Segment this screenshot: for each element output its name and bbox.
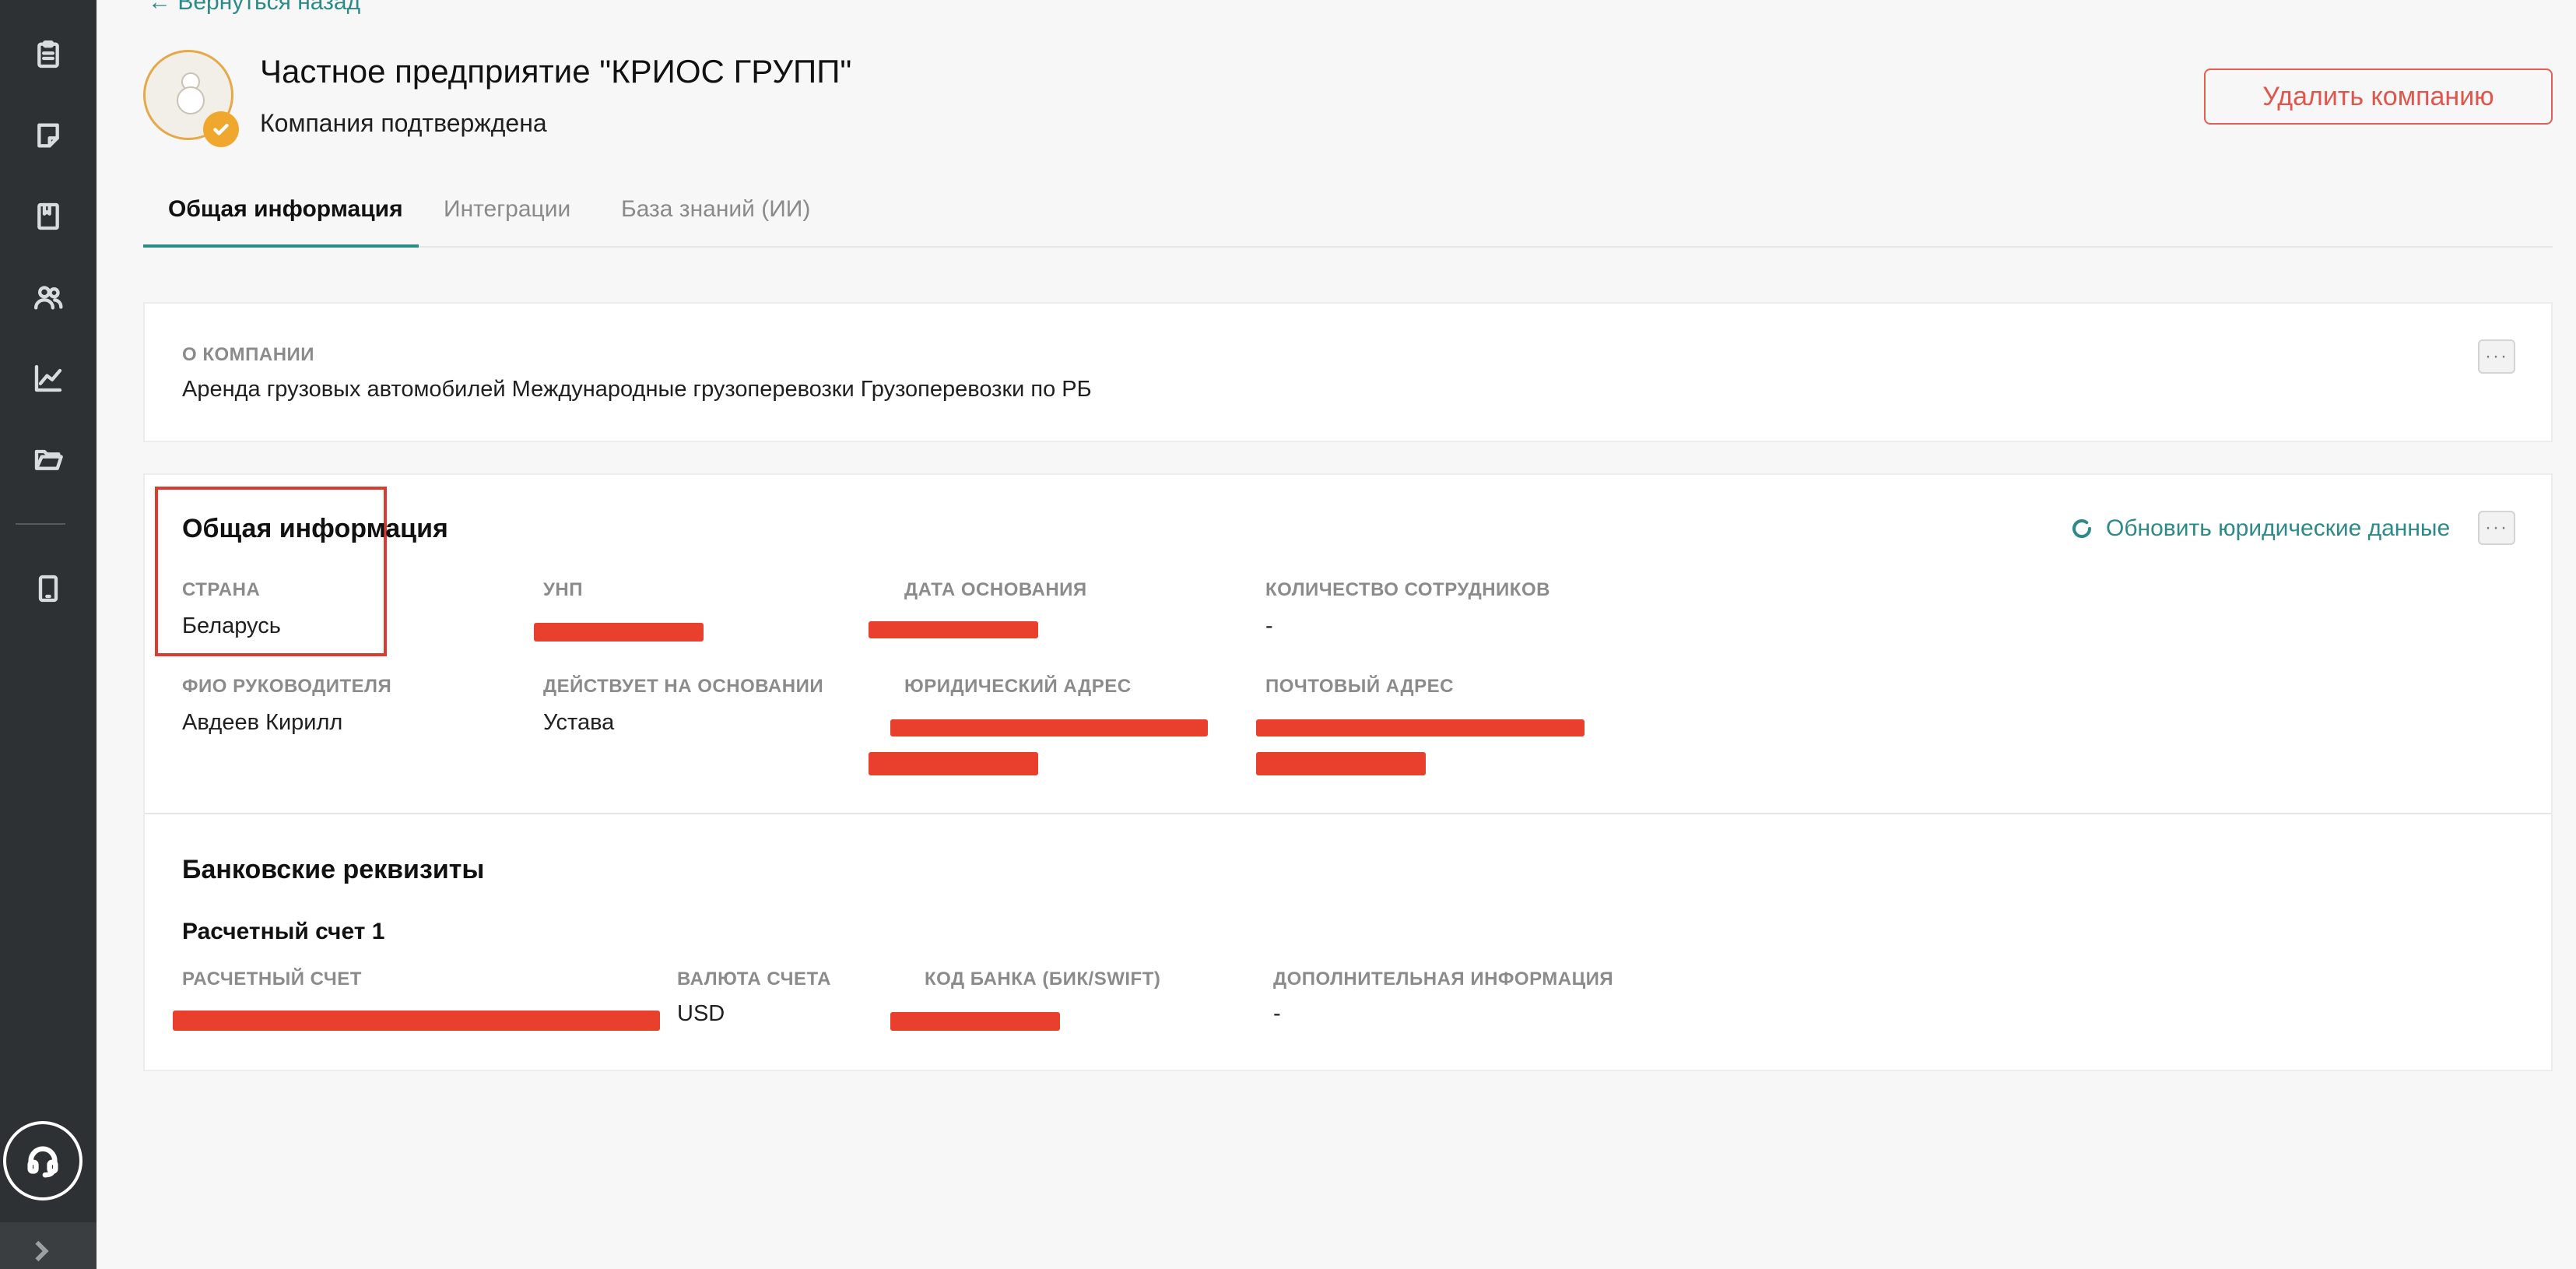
company-avatar <box>143 50 239 147</box>
redaction-postal-address-2 <box>1256 752 1426 775</box>
chevron-right-icon <box>35 1240 49 1262</box>
delete-company-button[interactable]: Удалить компанию <box>2204 69 2553 125</box>
clipboard-icon[interactable] <box>25 31 72 78</box>
about-text: Аренда грузовых автомобилей Международны… <box>182 377 1092 402</box>
avatar-image-body <box>177 86 205 114</box>
refresh-legal-data-button[interactable]: Обновить юридические данные <box>2070 515 2450 542</box>
users-icon[interactable] <box>25 274 72 321</box>
bank-details-title: Банковские реквизиты <box>182 855 485 884</box>
chart-icon[interactable] <box>25 355 72 402</box>
redaction-postal-address-1 <box>1256 719 1585 736</box>
tab-bar: Общая информация Интеграции База знаний … <box>143 192 2553 248</box>
general-info-title: Общая информация <box>182 514 448 543</box>
section-divider <box>145 813 2551 814</box>
basis-value: Устава <box>543 710 615 735</box>
redaction-bank-code <box>890 1012 1060 1031</box>
company-name: Частное предприятие "КРИОС ГРУПП" <box>260 53 852 90</box>
redaction-account <box>173 1011 660 1031</box>
basis-label: Действует на основании <box>543 676 824 697</box>
legal-address-label: Юридический адрес <box>904 676 1132 697</box>
refresh-icon <box>2072 519 2092 539</box>
director-value: Авдеев Кирилл <box>182 710 343 735</box>
redaction-unp <box>534 623 704 642</box>
folder-icon[interactable] <box>25 436 72 483</box>
currency-value: USD <box>677 1001 725 1026</box>
headset-icon <box>27 1146 58 1178</box>
tab-general-info[interactable]: Общая информация <box>143 192 419 248</box>
tablet-icon[interactable] <box>25 565 72 612</box>
back-link[interactable]: ← Вернуться назад <box>148 0 360 16</box>
country-value: Беларусь <box>182 613 281 638</box>
postal-address-label: Почтовый адрес <box>1265 676 1454 697</box>
details-card: Общая информация Обновить юридические да… <box>143 473 2553 1071</box>
about-card: О компании Аренда грузовых автомобилей М… <box>143 302 2553 442</box>
unp-label: УНП <box>543 579 584 600</box>
sidebar-divider <box>16 523 65 525</box>
currency-label: Валюта счета <box>677 968 831 990</box>
director-label: ФИО руководителя <box>182 676 392 697</box>
sidebar <box>0 0 97 1269</box>
redaction-legal-address-2 <box>869 752 1038 775</box>
general-more-button[interactable]: ··· <box>2478 511 2515 545</box>
company-status: Компания подтверждена <box>260 109 547 137</box>
about-label: О компании <box>182 344 315 365</box>
redaction-founded <box>869 621 1038 638</box>
account-title: Расчетный счет 1 <box>182 919 385 944</box>
bank-code-label: Код банка (БИК/SWIFT) <box>925 968 1161 990</box>
about-more-button[interactable]: ··· <box>2478 339 2515 374</box>
country-label: Страна <box>182 579 261 600</box>
sidebar-expand-button[interactable] <box>0 1222 97 1269</box>
extra-info-value: - <box>1273 1001 1281 1026</box>
verified-badge-icon <box>203 111 239 147</box>
book-icon[interactable] <box>25 193 72 240</box>
note-icon[interactable] <box>25 112 72 159</box>
employees-label: Количество сотрудников <box>1265 579 1550 600</box>
account-label: Расчетный счет <box>182 968 362 990</box>
employees-value: - <box>1265 613 1273 638</box>
extra-info-label: Дополнительная информация <box>1273 968 1614 990</box>
redaction-legal-address-1 <box>890 719 1208 736</box>
tab-knowledge-base[interactable]: База знаний (ИИ) <box>621 192 810 246</box>
refresh-legal-data-label: Обновить юридические данные <box>2106 515 2451 541</box>
founded-label: Дата основания <box>904 579 1087 600</box>
support-button[interactable] <box>3 1121 82 1200</box>
tab-integrations[interactable]: Интеграции <box>444 192 570 246</box>
